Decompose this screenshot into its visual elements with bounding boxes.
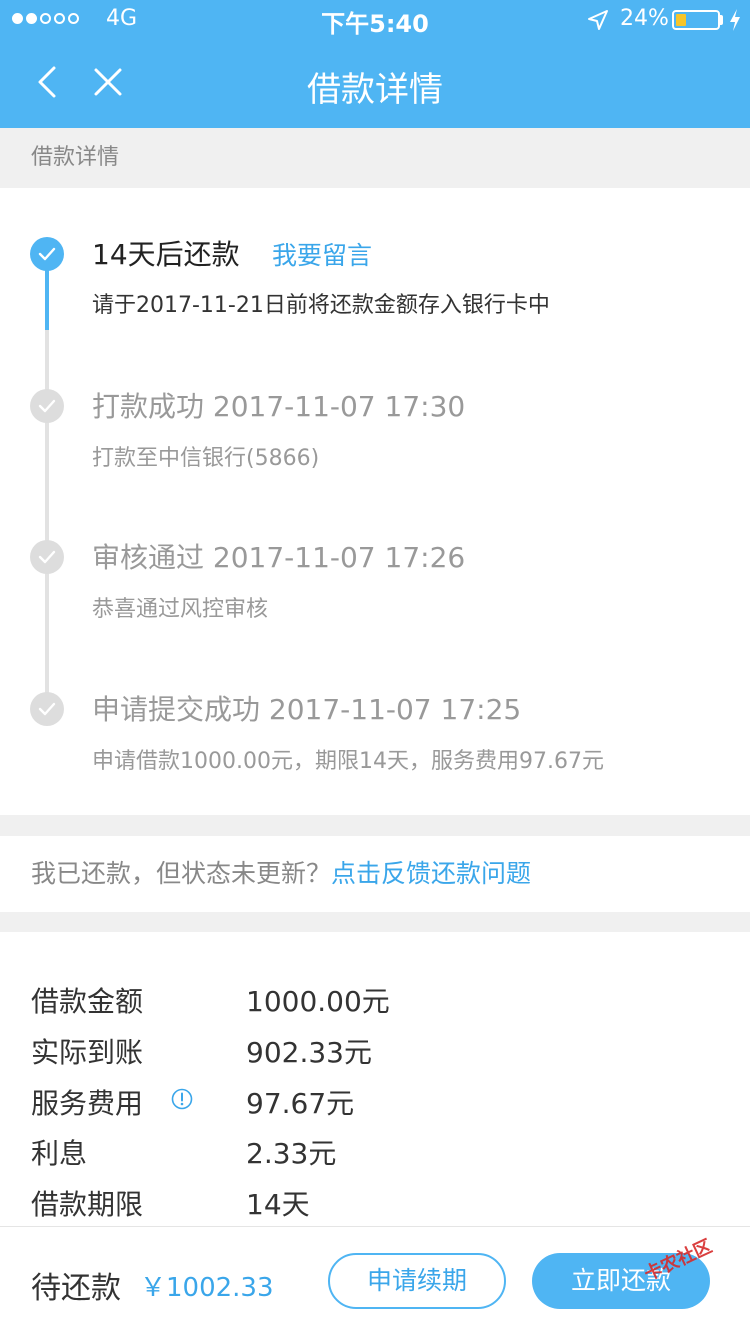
detail-value: 14天 [246,1188,310,1221]
detail-label: 借款期限 [31,1188,144,1221]
detail-label: 实际到账 [31,1036,144,1069]
timeline-step-desc: 打款至中信银行(5866) [92,446,320,471]
section-label: 借款详情 [0,128,750,188]
timeline-line [45,330,49,708]
detail-row-received: 实际到账 902.33元 [0,1023,750,1073]
timeline-step-desc: 申请借款1000.00元，期限14天，服务费用97.67元 [92,749,604,774]
timeline-step-desc: 请于2017-11-21日前将还款金额存入银行卡中 [92,293,550,318]
check-circle-icon [30,540,64,574]
detail-value: 2.33元 [246,1137,337,1170]
detail-row-service-fee: 服务费用 97.67元 [0,1074,750,1124]
feedback-link[interactable]: 点击反馈还款问题 [331,859,531,888]
pending-repayment-label: 待还款 [31,1271,121,1306]
location-arrow-icon [588,10,608,30]
battery-percent: 24% [620,6,669,31]
repayment-bar: 待还款 ￥1002.33 申请续期 立即还款 [0,1226,750,1334]
detail-row-loan-amount: 借款金额 1000.00元 [0,972,750,1022]
detail-value: 1000.00元 [246,985,390,1018]
feedback-prompt: 我已还款，但状态未更新？ [31,859,332,888]
detail-label: 利息 [31,1137,88,1170]
loan-timeline: 14天后还款 我要留言 请于2017-11-21日前将还款金额存入银行卡中 打款… [0,188,750,815]
extend-loan-button[interactable]: 申请续期 [328,1253,506,1309]
timeline-step-title: 14天后还款 [92,238,240,271]
page-title: 借款详情 [307,70,443,110]
timeline-step-desc: 恭喜通过风控审核 [92,597,269,622]
detail-row-interest: 利息 2.33元 [0,1124,750,1174]
repayment-feedback-row: 我已还款，但状态未更新？点击反馈还款问题 [0,836,750,912]
detail-row-term: 借款期限 14天 [0,1175,750,1225]
battery-icon [672,10,720,30]
pending-repayment-amount: ￥1002.33 [140,1273,274,1303]
loan-details: 借款金额 1000.00元 实际到账 902.33元 服务费用 97.67元 利… [0,932,750,1226]
timeline-step-title: 申请提交成功 2017-11-07 17:25 [92,693,522,726]
leave-message-link[interactable]: 我要留言 [272,236,372,272]
battery-tip [720,15,723,25]
charging-bolt-icon [730,9,740,31]
check-circle-icon [30,389,64,423]
timeline-step-title: 审核通过 2017-11-07 17:26 [92,541,466,574]
detail-value: 902.33元 [246,1036,372,1069]
app-header: 4G 下午5:40 24% 借款详情 [0,0,750,128]
timeline-step-title: 打款成功 2017-11-07 17:30 [92,390,466,423]
detail-label: 服务费用 [31,1087,144,1120]
battery-level-fill [676,14,686,26]
detail-value: 97.67元 [246,1087,355,1120]
check-circle-icon [30,692,64,726]
check-circle-icon [30,237,64,271]
status-bar: 4G 下午5:40 24% [0,0,750,40]
info-icon[interactable] [171,1088,193,1110]
detail-label: 借款金额 [31,985,144,1018]
